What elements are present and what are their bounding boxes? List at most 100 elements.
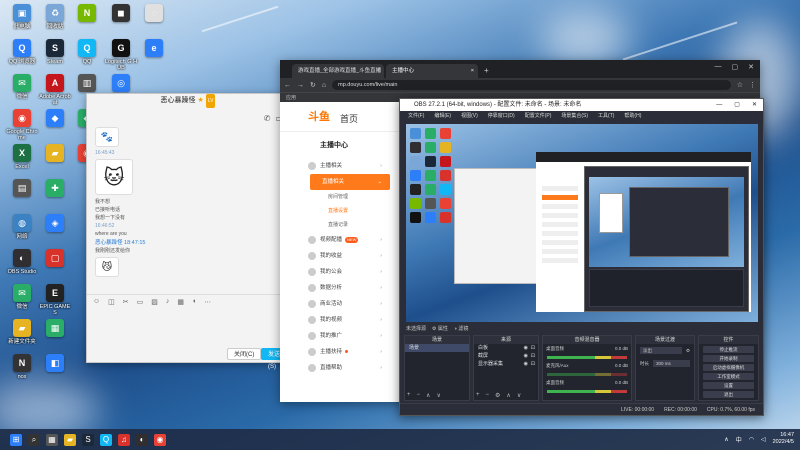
properties-button[interactable]: ⚙ 属性 — [432, 325, 448, 332]
obs-menu-item[interactable]: 文件(F) — [408, 111, 424, 121]
desktop-icon[interactable]: ◌ — [137, 4, 171, 24]
obs-menu-item[interactable]: 停靠窗口(D) — [488, 111, 515, 121]
remove-icon[interactable]: − — [417, 392, 421, 399]
taskbar-app-icon[interactable]: ◐ — [136, 433, 148, 446]
taskbar-app-icon[interactable]: Q — [100, 433, 112, 446]
lock-icon[interactable]: ⊡ — [531, 360, 535, 368]
control-button[interactable]: 启动虚拟摄像机 — [703, 364, 754, 371]
input-method[interactable]: 中 — [736, 435, 742, 444]
obs-menu-item[interactable]: 编辑(E) — [434, 111, 451, 121]
up-icon[interactable]: ∧ — [426, 392, 430, 399]
volume-meter[interactable] — [547, 356, 627, 359]
douyu-logo[interactable]: 斗鱼 — [308, 108, 330, 124]
up-icon[interactable]: ∧ — [506, 392, 510, 399]
control-button[interactable]: 设置 — [703, 382, 754, 389]
minimize-icon[interactable]: — — [715, 63, 722, 71]
visibility-icon[interactable]: ◉ — [524, 352, 528, 360]
home-icon[interactable]: ⌂ — [322, 82, 326, 89]
wifi-icon[interactable]: ◠ — [749, 436, 754, 443]
desktop-icon[interactable]: ◎ — [104, 74, 138, 94]
obs-preview[interactable] — [406, 124, 758, 322]
maximize-icon[interactable]: ▢ — [732, 63, 739, 71]
desktop-icon[interactable]: ▰ — [38, 144, 72, 164]
qq-chat-window[interactable]: 恶心暴躁怪 ★ LV ✆ ▭ 🐾 16:45:43 🐱 我不想已接听电话我想一下没有… — [86, 93, 290, 370]
obs-window[interactable]: OBS 27.2.1 (64-bit, windows) - 配置文件: 未命名… — [399, 98, 764, 416]
duration-input[interactable]: 300 ms — [653, 360, 690, 367]
desktop-icon[interactable]: ♻ 回收站 — [38, 4, 72, 30]
taskbar-app-icon[interactable]: ♫ — [118, 433, 130, 446]
close-icon[interactable]: ✕ — [748, 63, 754, 71]
volume-icon[interactable]: ◁ — [761, 436, 766, 443]
desktop-icon[interactable]: ◉ Google Chrome — [5, 109, 39, 141]
desktop-icon[interactable]: E EPIC GAMES — [38, 284, 72, 316]
desktop-icon[interactable]: e — [137, 39, 171, 59]
folder-icon[interactable]: ▭ — [137, 298, 144, 306]
desktop-icon[interactable]: ▥ — [70, 74, 104, 94]
sidebar-item[interactable]: 我的推广 › — [280, 328, 390, 344]
url-input[interactable]: mp.douyu.com/live/main — [332, 80, 731, 90]
desktop-icon[interactable]: A Adobe Acrobat — [38, 74, 72, 106]
visibility-icon[interactable]: ◉ — [524, 360, 528, 368]
back-icon[interactable]: ← — [284, 82, 291, 89]
obs-menu-item[interactable]: 工具(T) — [598, 111, 614, 121]
desktop-icon[interactable]: ◐ OBS Studio — [5, 249, 39, 275]
desktop-icon[interactable]: G Logitech G HUB — [104, 39, 138, 71]
desktop-icon[interactable]: N — [70, 4, 104, 24]
visibility-icon[interactable]: ◉ — [524, 344, 528, 352]
source-item[interactable]: 显示器采集 ◉ ⊡ — [474, 360, 538, 368]
lock-icon[interactable]: ⊡ — [531, 344, 535, 352]
desktop-icon[interactable]: S Steam — [38, 39, 72, 65]
close-icon[interactable]: ✕ — [752, 99, 757, 111]
home-link[interactable]: 首页 — [340, 112, 358, 125]
desktop-icon[interactable]: ✉ 微信 — [5, 74, 39, 100]
mic-icon[interactable]: ◖ — [192, 298, 196, 306]
source-item[interactable]: 截屏 ◉ ⊡ — [474, 352, 538, 360]
sidebar-item[interactable]: 直播相关 ⌄ — [310, 174, 390, 190]
reload-icon[interactable]: ↻ — [310, 81, 316, 89]
grid-icon[interactable]: ▦ — [177, 298, 184, 306]
sidebar-item[interactable]: 直播帮助 › — [280, 360, 390, 376]
desktop-icon[interactable]: Q QQ 浏览器 — [5, 39, 39, 65]
source-item[interactable]: 白板 ◉ ⊡ — [474, 344, 538, 352]
sidebar-item[interactable]: 视频配播 NEW › — [280, 232, 390, 248]
control-button[interactable]: 停止推流 — [703, 346, 754, 353]
image-icon[interactable]: ▨ — [151, 298, 158, 306]
sidebar-item[interactable]: 我的视频 › — [280, 312, 390, 328]
sidebar-item[interactable]: 数据分析 › — [280, 280, 390, 296]
tab-anchor-center[interactable]: 主播中心 × — [386, 64, 478, 78]
sidebar-subitem[interactable]: 直播记录 — [280, 218, 390, 232]
desktop-icon[interactable]: Q QQ — [70, 39, 104, 65]
star-bookmark-icon[interactable]: ☆ — [737, 81, 743, 89]
sidebar-item[interactable]: 主播扶持 › — [280, 344, 390, 360]
down-icon[interactable]: ∨ — [436, 392, 440, 399]
settings-icon[interactable]: ⚙ — [686, 348, 690, 354]
desktop-icon[interactable]: ✉ 微信 — [5, 284, 39, 310]
more-icon[interactable]: ⋯ — [204, 298, 211, 306]
gif-icon[interactable]: ◫ — [108, 298, 115, 306]
desktop-icon[interactable]: X Excel — [5, 144, 39, 170]
obs-menu-item[interactable]: 视图(V) — [461, 111, 478, 121]
sidebar-item[interactable]: 商业活动 › — [280, 296, 390, 312]
desktop-icon[interactable]: ◧ — [38, 354, 72, 374]
tab-douyu-live[interactable]: 游戏直播_全部游戏直播_斗鱼直播 × — [292, 64, 384, 78]
add-icon[interactable]: + — [407, 392, 411, 399]
settings-icon[interactable]: ⚙ — [495, 392, 500, 399]
desktop-icon[interactable]: ▰ 新建文件夹 — [5, 319, 39, 345]
scissors-icon[interactable]: ✂ — [123, 298, 129, 306]
taskbar-app-icon[interactable]: ⌕ — [28, 433, 40, 446]
maximize-icon[interactable]: ▢ — [734, 99, 740, 111]
desktop-icon[interactable]: Nnox — [5, 354, 39, 380]
scene-item[interactable]: 场景 — [405, 344, 469, 352]
desktop-icon[interactable]: ◈ — [38, 214, 72, 234]
taskbar-app-icon[interactable]: S — [82, 433, 94, 446]
desktop-icon[interactable]: ▢ — [38, 249, 72, 269]
obs-menu-item[interactable]: 配置文件(P) — [525, 111, 552, 121]
lock-icon[interactable]: ⊡ — [531, 352, 535, 360]
desktop-icon[interactable]: ◆ — [38, 109, 72, 129]
taskbar-app-icon[interactable]: ▰ — [64, 433, 76, 446]
desktop-icon[interactable]: ▣ 此电脑 — [5, 4, 39, 30]
desktop-icon[interactable]: ◍ 网络 — [5, 214, 39, 240]
music-icon[interactable]: ♪ — [166, 298, 170, 306]
menu-icon[interactable]: ⋮ — [749, 81, 756, 89]
taskbar-app-icon[interactable]: ⊞ — [10, 433, 22, 446]
